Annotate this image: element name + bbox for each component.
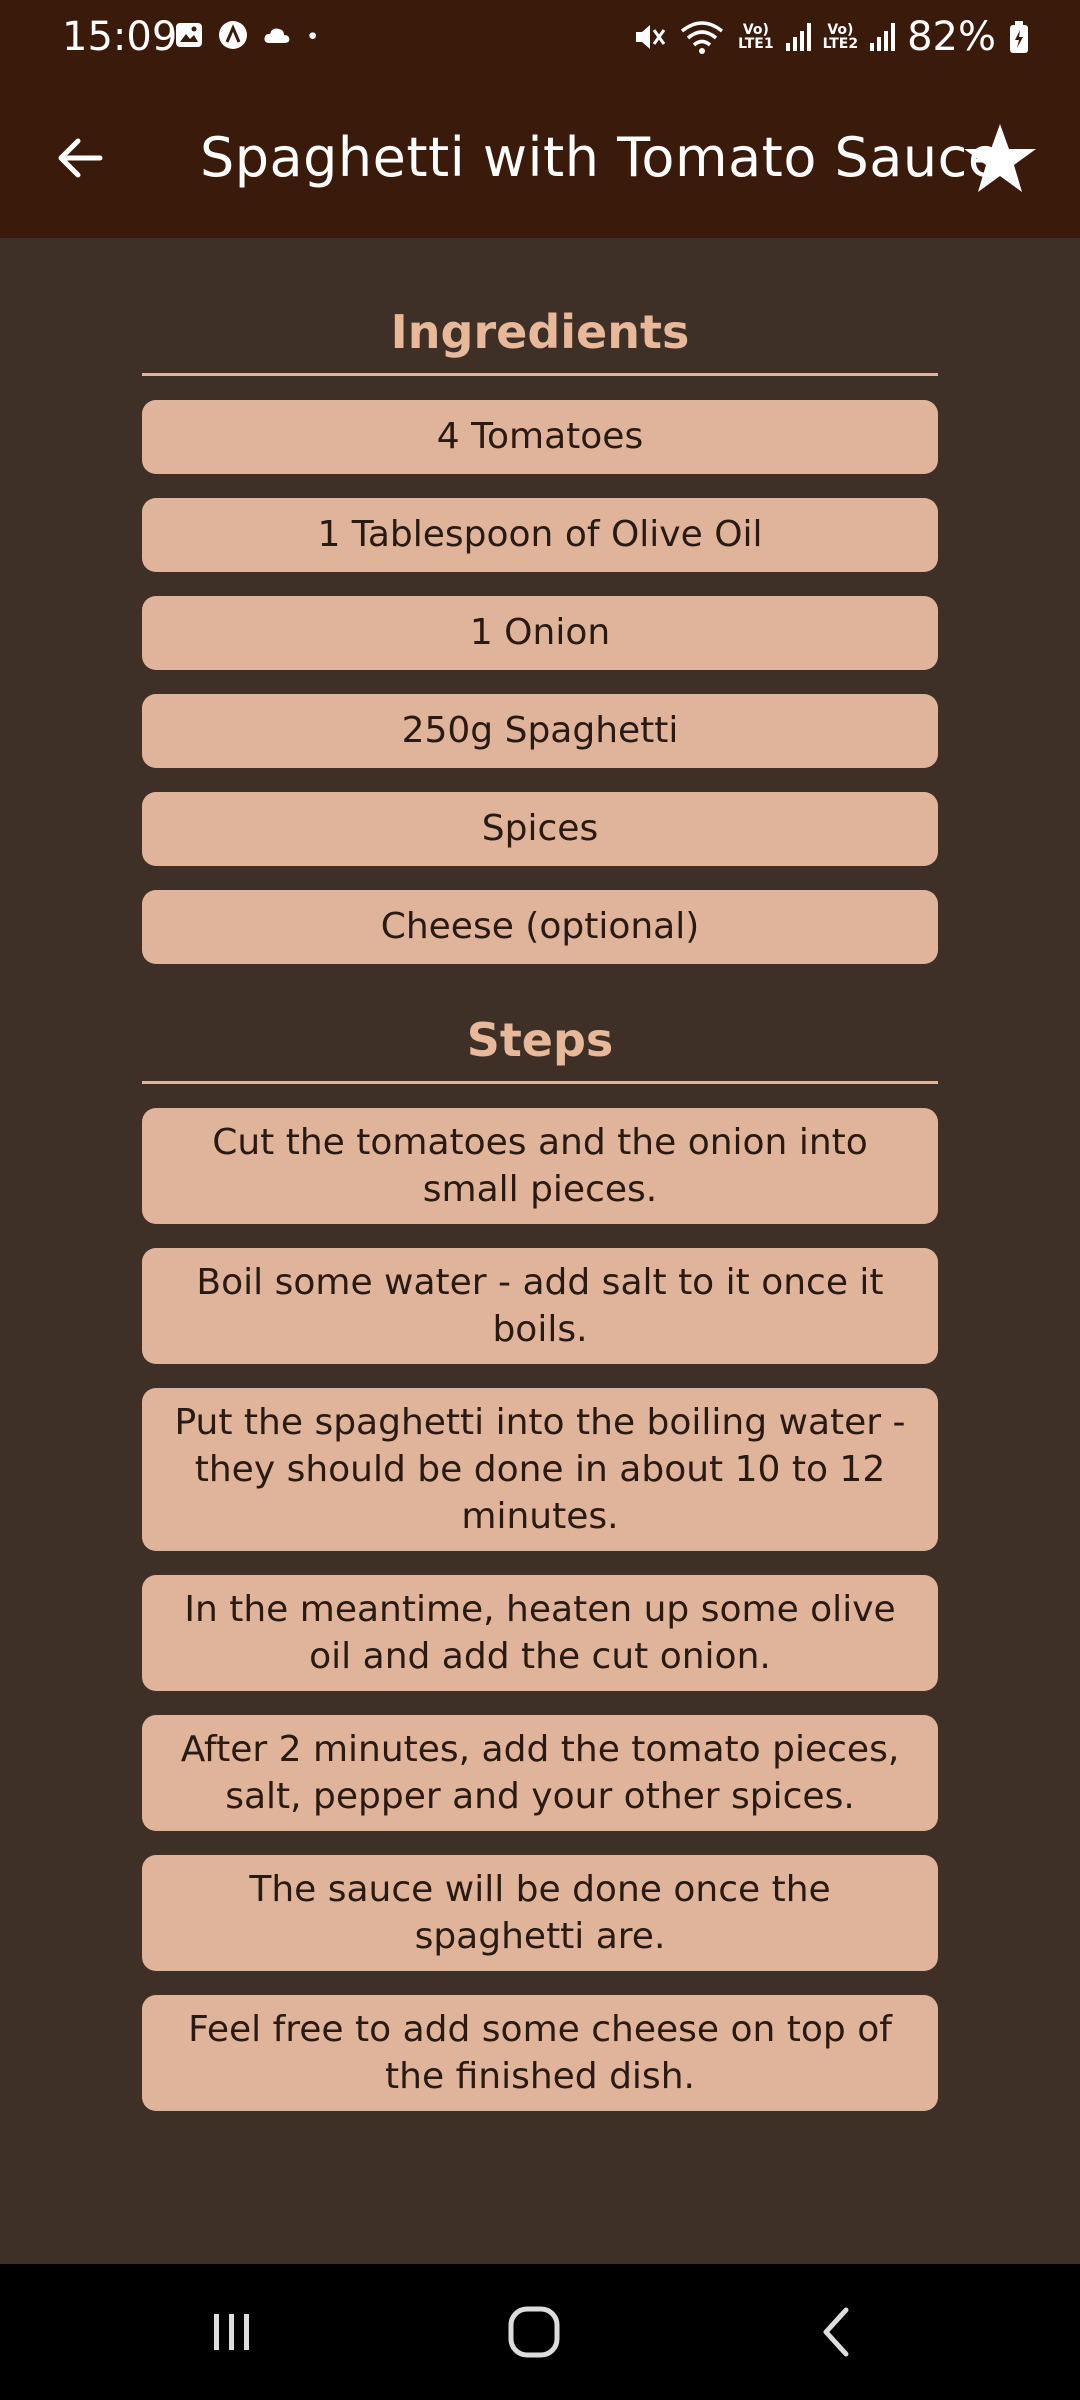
step-item: The sauce will be done once the spaghett… bbox=[142, 1855, 938, 1971]
signal-icon-2 bbox=[870, 23, 896, 51]
step-item: Cut the tomatoes and the onion into smal… bbox=[142, 1108, 938, 1224]
ingredient-item: Cheese (optional) bbox=[142, 890, 938, 964]
battery-percent: 82% bbox=[907, 14, 996, 60]
home-icon[interactable] bbox=[504, 2302, 564, 2362]
ingredient-item: Spices bbox=[142, 792, 938, 866]
signal-icon bbox=[785, 23, 811, 51]
back-icon[interactable] bbox=[808, 2302, 868, 2362]
dot-icon bbox=[309, 32, 316, 39]
ingredient-item: 250g Spaghetti bbox=[142, 694, 938, 768]
star-icon[interactable] bbox=[962, 122, 1038, 194]
wifi-icon bbox=[681, 21, 724, 54]
ingredient-item: 1 Onion bbox=[142, 596, 938, 670]
step-item: Boil some water - add salt to it once it… bbox=[142, 1248, 938, 1364]
app-a-icon bbox=[219, 21, 247, 49]
step-item: In the meantime, heaten up some olive oi… bbox=[142, 1575, 938, 1691]
step-item: Feel free to add some cheese on top of t… bbox=[142, 1995, 938, 2111]
status-right: Vo) LTE1 Vo) LTE2 82% bbox=[632, 14, 1030, 60]
step-item: Put the spaghetti into the boiling water… bbox=[142, 1388, 938, 1551]
steps-heading: Steps bbox=[466, 1013, 614, 1067]
status-bar: 15:09 Vo) LTE1 Vo) LTE2 82% bbox=[0, 0, 1080, 80]
recipe-content: Ingredients 4 Tomatoes 1 Tablespoon of O… bbox=[142, 238, 938, 2111]
network-label-2: Vo) LTE2 bbox=[822, 22, 859, 52]
app-bar: Spaghetti with Tomato Sauce bbox=[0, 80, 1080, 238]
recent-apps-icon[interactable] bbox=[202, 2302, 262, 2362]
system-nav-bar bbox=[0, 2264, 1080, 2400]
cloud-icon bbox=[264, 28, 290, 43]
ingredients-divider bbox=[142, 373, 938, 376]
notification-icons bbox=[174, 20, 326, 50]
ingredients-heading: Ingredients bbox=[390, 305, 690, 359]
page-title: Spaghetti with Tomato Sauce bbox=[200, 126, 1002, 189]
back-arrow-icon[interactable] bbox=[48, 126, 112, 190]
battery-icon bbox=[1010, 21, 1028, 53]
ingredient-item: 1 Tablespoon of Olive Oil bbox=[142, 498, 938, 572]
image-icon bbox=[176, 23, 202, 47]
steps-divider bbox=[142, 1081, 938, 1084]
network-label-1: Vo) LTE1 bbox=[738, 22, 774, 52]
ingredient-item: 4 Tomatoes bbox=[142, 400, 938, 474]
status-time: 15:09 bbox=[62, 14, 178, 60]
mute-icon bbox=[636, 25, 666, 49]
step-item: After 2 minutes, add the tomato pieces, … bbox=[142, 1715, 938, 1831]
